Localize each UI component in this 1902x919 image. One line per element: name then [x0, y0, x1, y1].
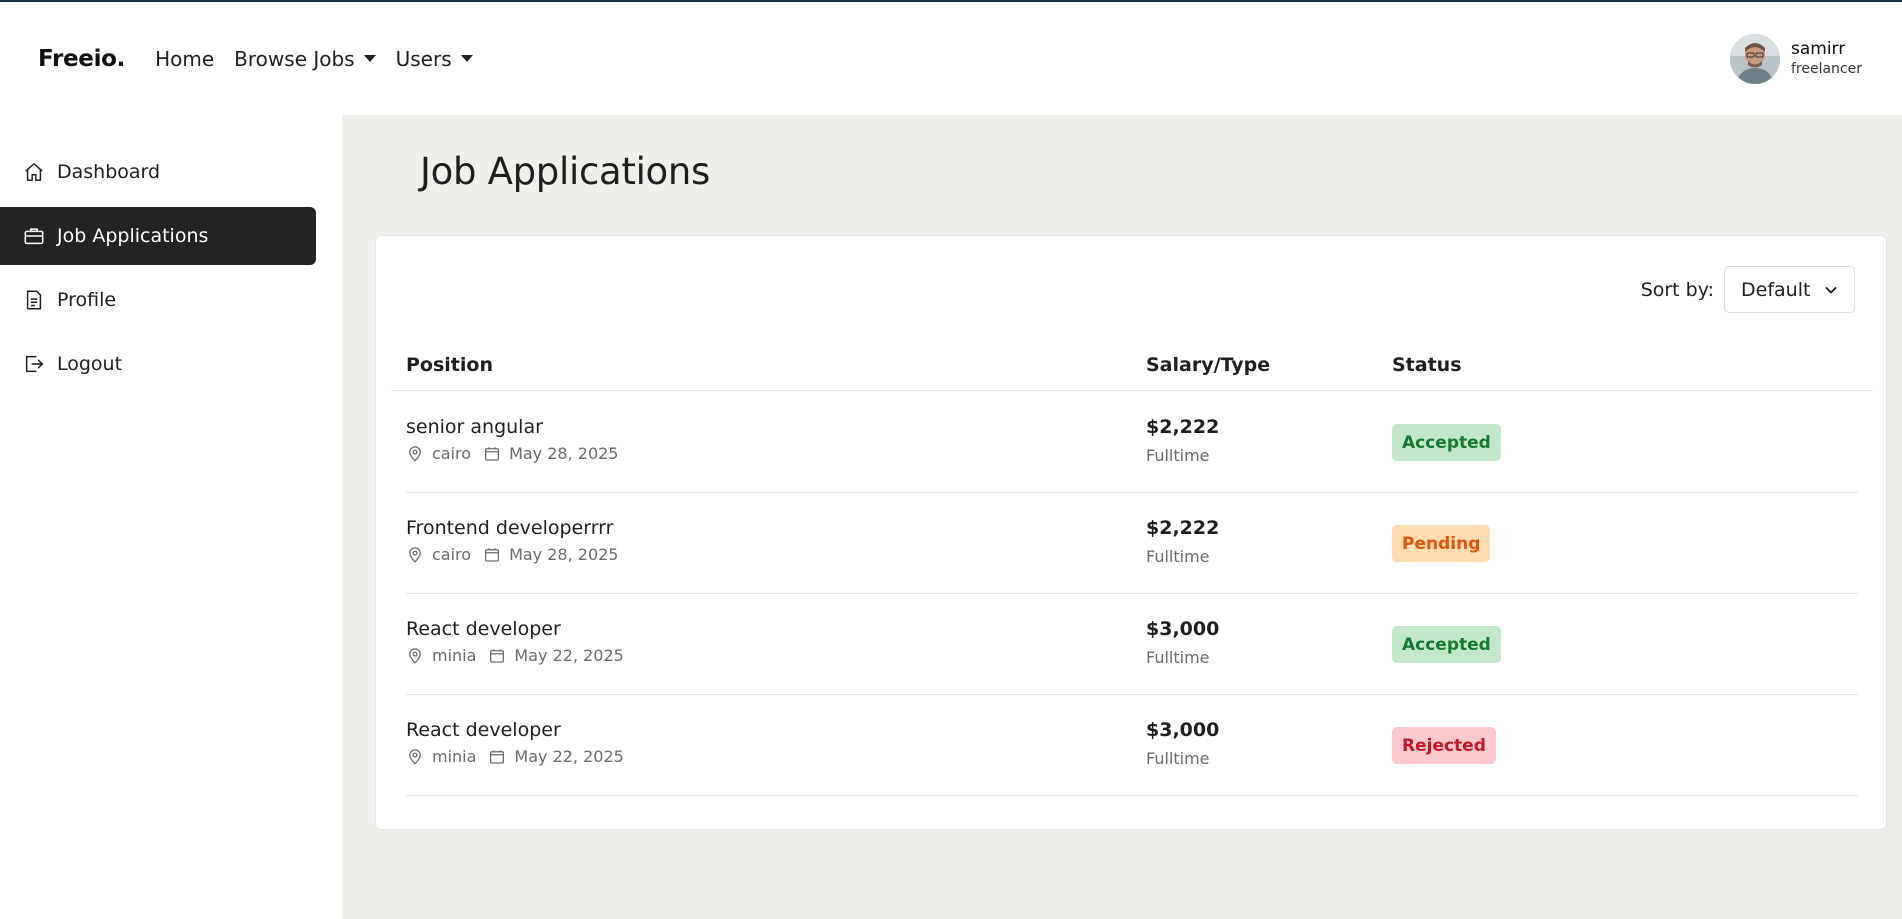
sidebar-item-logout[interactable]: Logout — [0, 335, 316, 393]
column-header-salary-type[interactable]: Salary/Type — [1146, 354, 1270, 376]
job-position[interactable]: senior angular — [406, 414, 630, 440]
column-header-status[interactable]: Status — [1392, 354, 1462, 376]
table-header: Position Salary/Type Status — [391, 346, 1873, 391]
job-type: Fulltime — [1146, 547, 1210, 566]
caret-down-icon — [460, 55, 473, 62]
nav-browse-jobs[interactable]: Browse Jobs — [234, 46, 376, 71]
briefcase-icon — [22, 224, 46, 248]
job-type: Fulltime — [1146, 749, 1210, 768]
applications-card: Sort by: Default Position Salary/Type St… — [375, 235, 1887, 830]
home-icon — [22, 160, 46, 184]
main-content: Job Applications Sort by: Default Positi… — [342, 115, 1902, 919]
calendar-icon — [485, 446, 500, 461]
sort-select[interactable]: Default — [1724, 266, 1855, 313]
user-role: freelancer — [1790, 60, 1862, 77]
map-pin-icon — [409, 445, 421, 462]
map-pin-icon — [409, 546, 421, 563]
avatar[interactable] — [1729, 33, 1780, 84]
job-location: cairo — [432, 444, 472, 463]
job-type: Fulltime — [1146, 648, 1210, 667]
job-location: minia — [432, 646, 477, 665]
map-pin-icon — [409, 647, 421, 664]
job-date: May 22, 2025 — [514, 747, 624, 766]
sort-value: Default — [1741, 278, 1811, 301]
sidebar-item-job-applications[interactable]: Job Applications — [0, 207, 316, 265]
job-salary: $2,222 — [1146, 517, 1220, 539]
calendar-icon — [485, 547, 500, 562]
sidebar-item-label: Profile — [57, 289, 117, 311]
nav-users-label: Users — [395, 46, 452, 71]
caret-down-icon — [363, 55, 376, 62]
nav-browse-jobs-label: Browse Jobs — [234, 46, 355, 71]
chevron-down-icon — [1825, 286, 1837, 293]
job-salary: $3,000 — [1146, 618, 1220, 640]
job-salary: $2,222 — [1146, 416, 1220, 438]
job-position[interactable]: React developer — [406, 616, 636, 642]
table-row[interactable]: Frontend developerrrr cairo May 28, 2025… — [406, 493, 1858, 594]
sidebar-item-label: Logout — [57, 353, 123, 375]
job-position[interactable]: React developer — [406, 717, 636, 743]
job-location: cairo — [432, 545, 472, 564]
user-menu[interactable]: samirr freelancer — [1729, 33, 1862, 84]
logout-icon — [22, 352, 46, 376]
nav-home[interactable]: Home — [155, 47, 214, 71]
status-badge: Rejected — [1392, 727, 1496, 764]
job-position[interactable]: Frontend developerrrr — [406, 515, 630, 541]
job-type: Fulltime — [1146, 446, 1210, 465]
sidebar-item-dashboard[interactable]: Dashboard — [0, 143, 316, 201]
sidebar-item-profile[interactable]: Profile — [0, 271, 316, 329]
map-pin-icon — [409, 748, 421, 765]
calendar-icon — [490, 749, 505, 764]
job-date: May 22, 2025 — [514, 646, 624, 665]
sort-control: Sort by: Default — [1641, 266, 1855, 313]
job-location: minia — [432, 747, 477, 766]
sidebar-item-label: Dashboard — [57, 161, 161, 183]
nav-home-label: Home — [155, 46, 215, 71]
page-title: Job Applications — [420, 150, 711, 193]
table-row[interactable]: React developer minia May 22, 2025 $3,00… — [406, 594, 1858, 695]
table-row[interactable]: React developer minia May 22, 2025 $3,00… — [406, 695, 1858, 796]
table-row[interactable]: senior angular cairo May 28, 2025 $2,222… — [406, 392, 1858, 493]
sidebar: Dashboard Job Applications Profile Logou… — [0, 115, 342, 919]
sidebar-item-label: Job Applications — [57, 225, 209, 247]
calendar-icon — [490, 648, 505, 663]
status-badge: Accepted — [1392, 626, 1501, 663]
job-date: May 28, 2025 — [509, 444, 619, 463]
job-date: May 28, 2025 — [509, 545, 619, 564]
top-navbar: Freeio. Home Browse Jobs Users samirr fr… — [0, 2, 1902, 115]
column-header-position[interactable]: Position — [406, 354, 493, 376]
sort-label: Sort by: — [1640, 278, 1714, 301]
brand-logo[interactable]: Freeio. — [38, 46, 125, 72]
document-icon — [22, 288, 46, 312]
nav-users[interactable]: Users — [396, 47, 473, 71]
user-name: samirr — [1790, 38, 1846, 59]
status-badge: Accepted — [1392, 424, 1501, 461]
status-badge: Pending — [1392, 525, 1491, 562]
job-salary: $3,000 — [1146, 719, 1220, 741]
